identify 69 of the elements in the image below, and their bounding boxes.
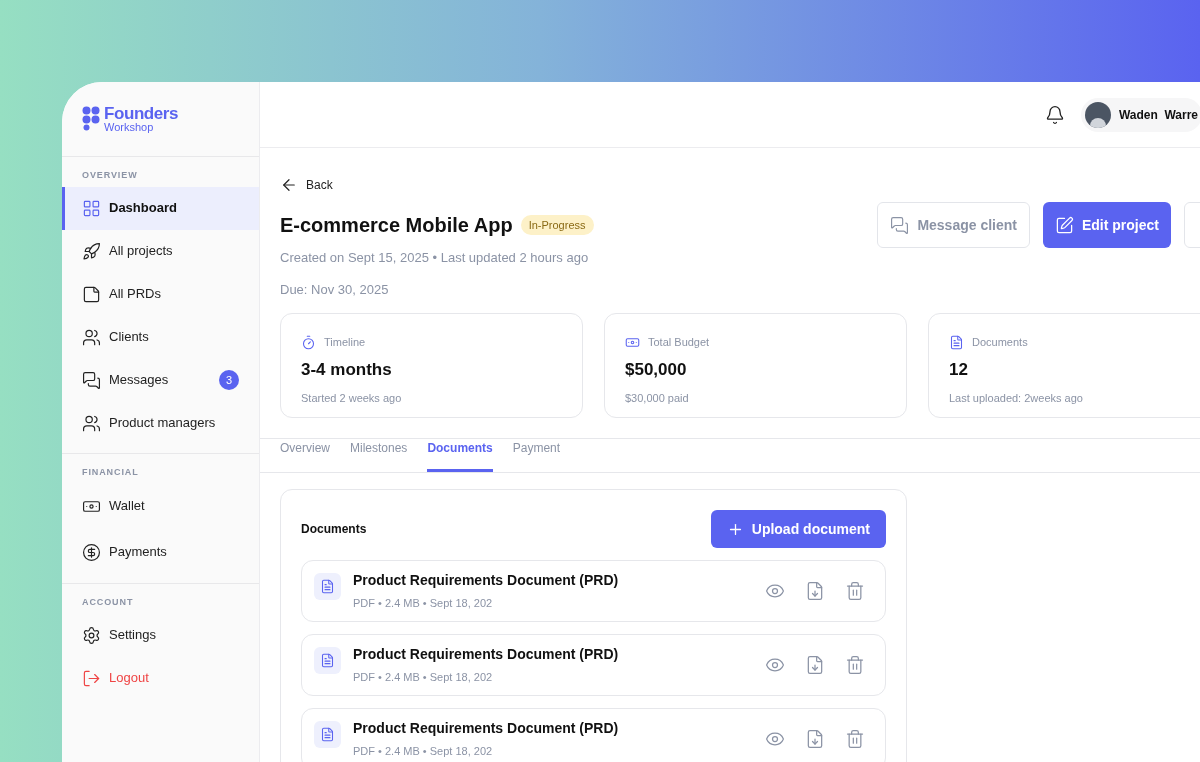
document-row[interactable]: Product Requirements Document (PRD) PDF • 2.4 MB • Sept 18, 202 [301, 560, 886, 622]
section-label: OVERVIEW [81, 169, 139, 182]
download-icon[interactable] [805, 655, 825, 675]
project-title: E-commerce Mobile App [280, 213, 513, 238]
sidebar-item[interactable]: Payments [62, 529, 259, 575]
sidebar-item[interactable]: All projects [62, 229, 259, 273]
stat-note: Started 2 weeks ago [301, 391, 403, 406]
document-name: Product Requirements Document (PRD) [353, 719, 620, 739]
users-icon [82, 327, 101, 347]
count-badge: 3 [219, 370, 239, 390]
delete-icon[interactable] [845, 655, 865, 675]
download-icon[interactable] [805, 729, 825, 749]
delete-icon[interactable] [845, 581, 865, 601]
sidebar-item[interactable]: Messages 3 [62, 358, 259, 402]
stat-label: Total Budget [648, 335, 710, 350]
stat-value: $50,000 [625, 358, 688, 381]
document-meta: PDF • 2.4 MB • Sept 18, 202 [353, 670, 494, 686]
document-meta: PDF • 2.4 MB • Sept 18, 202 [353, 744, 494, 760]
download-icon[interactable] [805, 581, 825, 601]
logo-icon [82, 106, 100, 132]
file-icon [314, 721, 341, 748]
edit-icon [1055, 215, 1074, 235]
project-meta: Created on Sept 15, 2025 • Last updated 2 hours ago [280, 249, 590, 267]
chat-icon [890, 215, 910, 235]
sidebar-item[interactable]: Logout [62, 656, 259, 700]
delete-icon[interactable] [845, 729, 865, 749]
logo-subtitle: Workshop [104, 122, 155, 133]
file-icon [314, 573, 341, 600]
sidebar-item[interactable]: All PRDs [62, 272, 259, 316]
stat-value: 3-4 months [301, 358, 393, 381]
stat-label: Timeline [324, 335, 366, 350]
users-icon [82, 413, 101, 433]
logout-icon [82, 668, 101, 688]
file-icon [314, 647, 341, 674]
document-name: Product Requirements Document (PRD) [353, 571, 620, 591]
sidebar-item[interactable]: Clients [62, 315, 259, 359]
notification-icon[interactable] [1044, 104, 1065, 125]
avatar-icon [1084, 101, 1111, 128]
timer-icon [301, 334, 316, 350]
stat-label: Documents [972, 335, 1028, 350]
stat-note: Last uploaded: 2weeks ago [949, 391, 1084, 406]
document-name: Product Requirements Document (PRD) [353, 645, 620, 665]
note-icon [82, 284, 101, 304]
settings-icon [82, 625, 101, 645]
grid-icon [82, 198, 101, 218]
stat-value: 12 [949, 358, 969, 381]
edit-project-button[interactable]: Edit project [1043, 202, 1171, 248]
logo-title: Founders [104, 105, 179, 122]
user-name: Waden Warre [1118, 106, 1198, 124]
sidebar-item[interactable]: Wallet [62, 483, 259, 529]
user-chip[interactable]: Waden Warre [1080, 97, 1200, 132]
sidebar-item[interactable]: Settings [62, 613, 259, 657]
chat-icon [82, 370, 101, 390]
sidebar-item[interactable]: Product managers [62, 401, 259, 445]
sidebar-item[interactable]: Dashboard [62, 186, 259, 230]
due-date: Due: Nov 30, 2025 [280, 280, 390, 299]
panel-title: Documents [301, 521, 367, 538]
upload-button[interactable]: Upload document [710, 510, 886, 548]
section-label: ACCOUNT [81, 596, 135, 609]
document-meta: PDF • 2.4 MB • Sept 18, 202 [353, 596, 494, 612]
tab[interactable]: Documents [427, 439, 493, 472]
section-label: FINANCIAL [81, 465, 140, 479]
rocket-icon [82, 241, 101, 261]
dollar-icon [82, 542, 101, 562]
status-badge: In-Progress [520, 214, 594, 236]
document-row[interactable]: Product Requirements Document (PRD) PDF • 2.4 MB • Sept 18, 202 [301, 634, 886, 696]
document-icon [949, 334, 964, 350]
stat-note: $30,000 paid [625, 391, 690, 406]
back-link[interactable]: Back [280, 176, 333, 194]
